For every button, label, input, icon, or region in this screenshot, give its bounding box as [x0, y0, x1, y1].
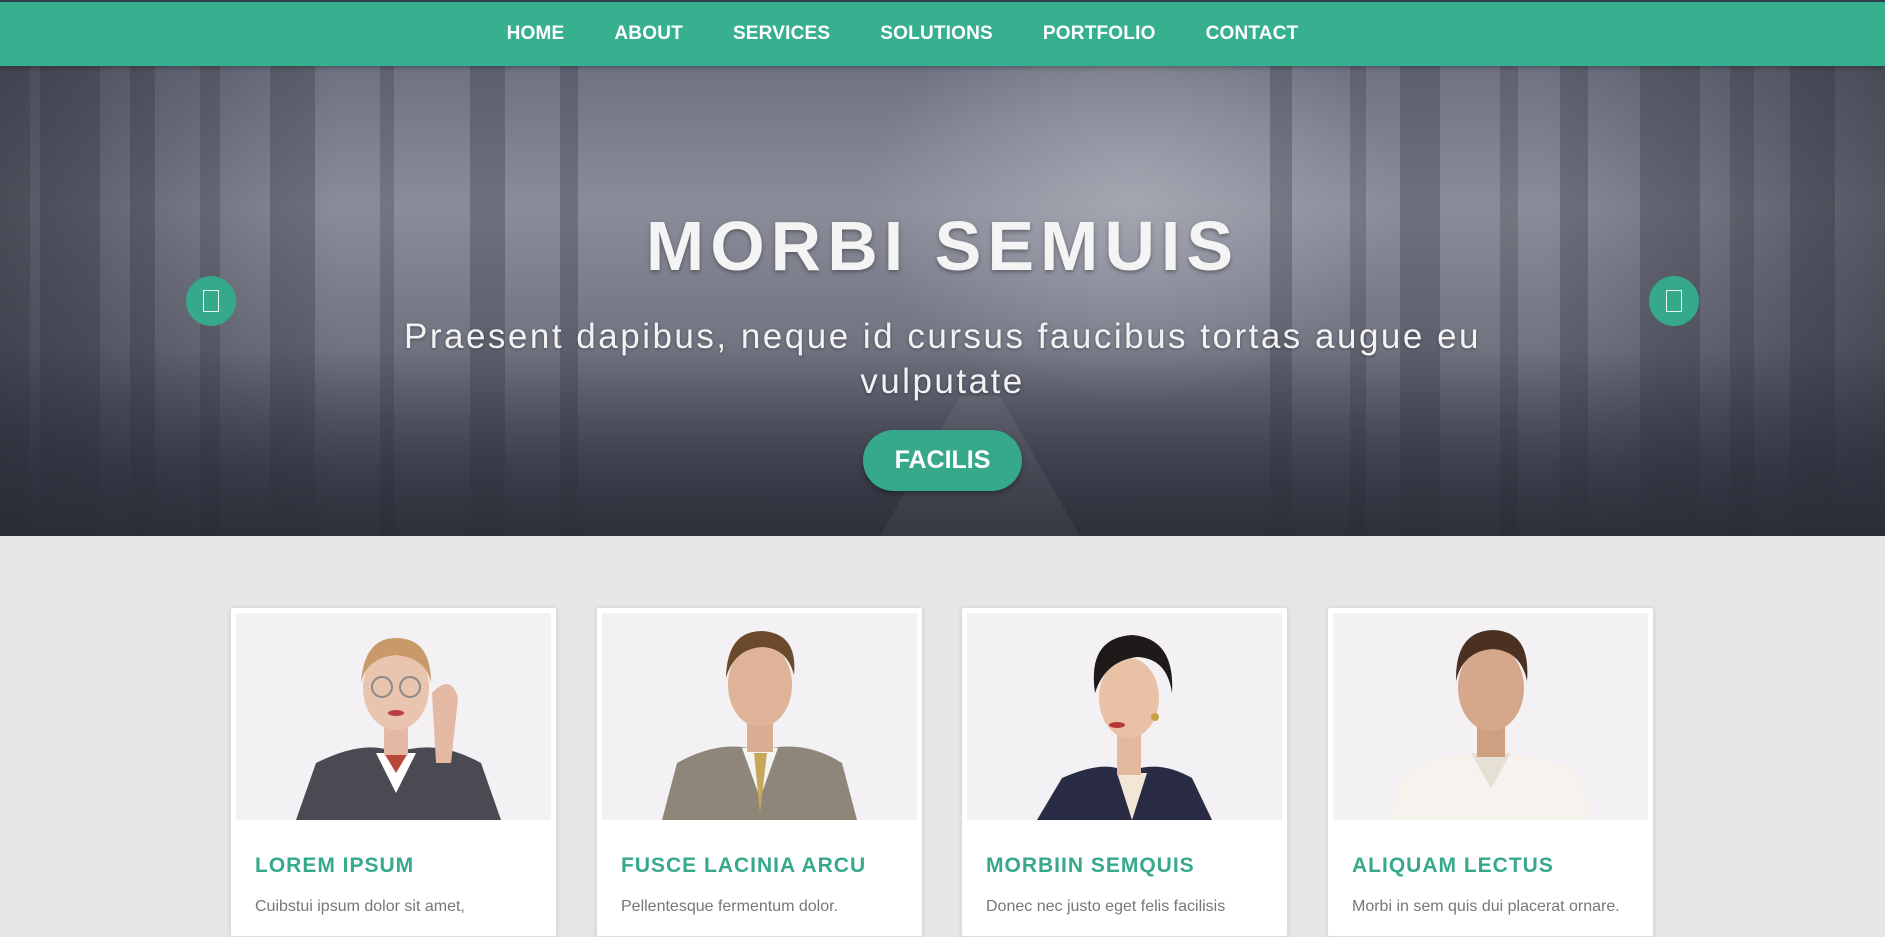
businesswoman-with-glasses-photo [236, 613, 551, 820]
team-card[interactable]: MORBIIN SEMQUIS Donec nec justo eget fel… [961, 607, 1288, 937]
hero-title: MORBI SEMUIS [645, 207, 1240, 285]
hero-cta-button[interactable]: FACILIS [863, 430, 1022, 491]
hero-slider: MORBI SEMUIS Praesent dapibus, neque id … [0, 66, 1885, 536]
hero-subtitle: Praesent dapibus, neque id cursus faucib… [403, 317, 1481, 401]
card-title: FUSCE LACINIA ARCU [621, 854, 867, 877]
man-in-polo-shirt-photo [1333, 613, 1648, 820]
card-text: Cuibstui ipsum dolor sit amet, [255, 898, 465, 915]
nav-item-solutions[interactable]: SOLUTIONS [880, 23, 993, 45]
nav-item-contact[interactable]: CONTACT [1206, 23, 1299, 45]
card-title: LOREM IPSUM [255, 854, 415, 877]
businessman-in-suit-photo [602, 613, 917, 820]
chevron-right-icon [1666, 290, 1682, 312]
nav-item-home[interactable]: HOME [507, 23, 565, 45]
nav-item-services[interactable]: SERVICES [733, 23, 830, 45]
nav-item-portfolio[interactable]: PORTFOLIO [1043, 23, 1156, 45]
card-title: MORBIIN SEMQUIS [986, 854, 1195, 877]
card-text: Pellentesque fermentum dolor. [621, 898, 839, 915]
nav-item-about[interactable]: ABOUT [614, 23, 683, 45]
chevron-left-icon [203, 290, 219, 312]
team-card[interactable]: ALIQUAM LECTUS Morbi in sem quis dui pla… [1327, 607, 1654, 937]
nav-menu: HOME ABOUT SERVICES SOLUTIONS PORTFOLIO … [0, 2, 1885, 66]
businesswoman-smiling-photo [967, 613, 1282, 820]
card-title: ALIQUAM LECTUS [1352, 854, 1554, 877]
top-navbar: HOME ABOUT SERVICES SOLUTIONS PORTFOLIO … [0, 0, 1885, 66]
card-text: Morbi in sem quis dui placerat ornare. [1352, 898, 1620, 915]
card-text: Donec nec justo eget felis facilisis [986, 898, 1226, 915]
team-card[interactable]: FUSCE LACINIA ARCU Pellentesque fermentu… [596, 607, 923, 937]
team-card[interactable]: LOREM IPSUM Cuibstui ipsum dolor sit ame… [230, 607, 557, 937]
